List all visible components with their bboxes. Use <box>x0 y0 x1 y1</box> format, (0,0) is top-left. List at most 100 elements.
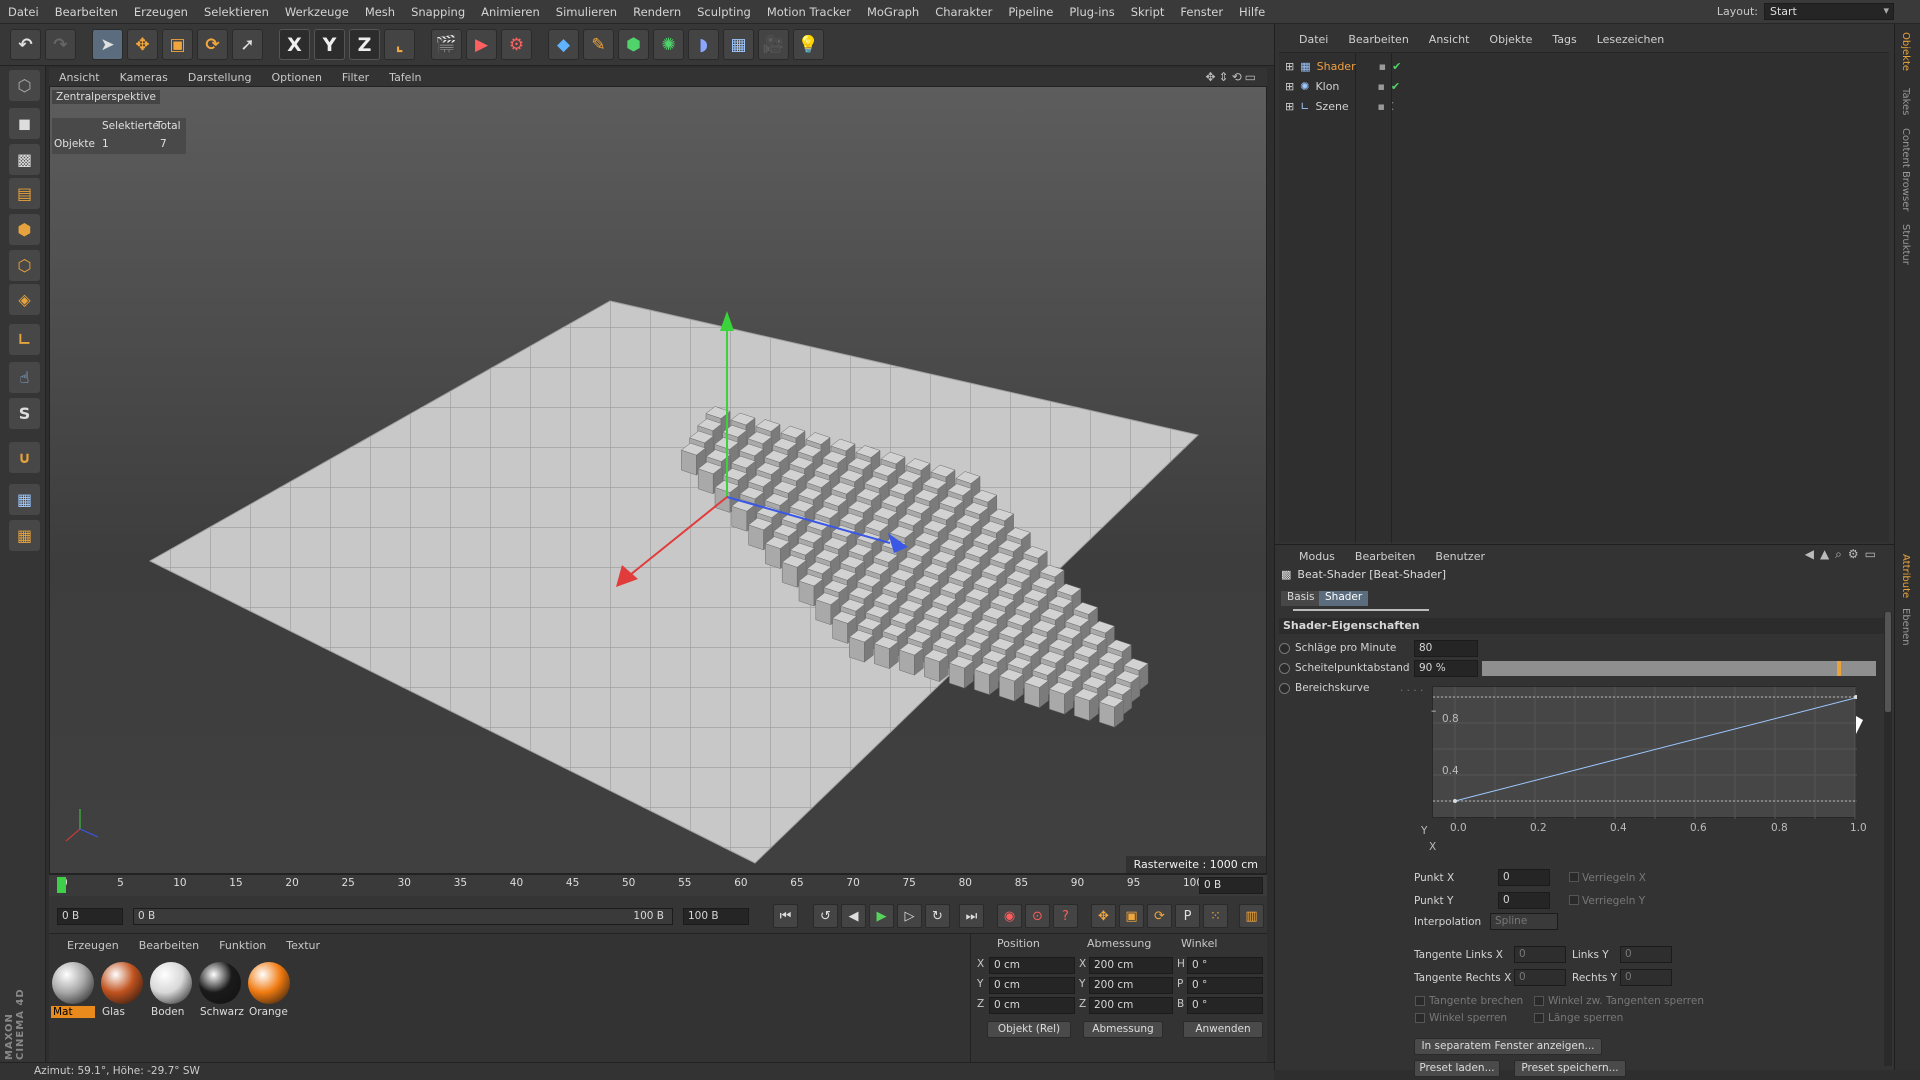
enabled-check-icon[interactable]: ✔ <box>1391 80 1400 93</box>
cube-primitive-icon[interactable]: ◆ <box>548 29 579 60</box>
menu-sculpting[interactable]: Sculpting <box>689 5 759 19</box>
tweak-mode-icon[interactable]: ☝ <box>9 362 40 393</box>
render-settings-icon[interactable]: ⚙ <box>501 29 532 60</box>
points-mode-icon[interactable]: ⬢ <box>9 214 40 245</box>
menu-bearbeiten[interactable]: Bearbeiten <box>47 5 126 19</box>
visibility-toggle-icon[interactable]: ▪ <box>1377 100 1384 113</box>
om-menu-objekte[interactable]: Objekte <box>1479 33 1542 46</box>
expand-icon[interactable]: ⊞ <box>1285 100 1294 113</box>
animate-radio[interactable] <box>1279 643 1290 654</box>
polygons-mode-icon[interactable]: ◈ <box>9 284 40 315</box>
rotate-icon[interactable]: ⟳ <box>197 29 228 60</box>
right-y-field[interactable]: 0 <box>1620 969 1672 986</box>
key-rotation-icon[interactable]: ⟳ <box>1147 904 1172 928</box>
expand-icon[interactable]: ⊞ <box>1285 80 1294 93</box>
playhead[interactable] <box>57 877 66 893</box>
size-z-field[interactable]: 200 cm <box>1089 997 1173 1014</box>
size-y-field[interactable]: 200 cm <box>1089 977 1173 994</box>
deformer-icon[interactable]: ◗ <box>688 29 719 60</box>
interpolation-dropdown[interactable]: Spline <box>1490 913 1558 930</box>
position-x-field[interactable]: 0 cm <box>989 957 1075 974</box>
range-curve-graph[interactable]: – 0.8 0.4 Y X <box>1421 686 1860 853</box>
menu-simulieren[interactable]: Simulieren <box>548 5 625 19</box>
workplane-grid-icon[interactable]: ▦ <box>9 520 40 551</box>
point-x-field[interactable]: 0 <box>1498 869 1550 886</box>
material-swatch[interactable]: Glas <box>100 962 144 1020</box>
preset-save-button[interactable]: Preset speichern... <box>1514 1060 1626 1077</box>
model-mode-icon[interactable]: ◼ <box>9 108 40 139</box>
menu-snapping[interactable]: Snapping <box>403 5 473 19</box>
mat-menu-bearbeiten[interactable]: Bearbeiten <box>129 939 209 952</box>
lock-angle-checkbox[interactable] <box>1415 1013 1425 1023</box>
tab-shader[interactable]: Shader <box>1319 591 1369 606</box>
material-swatch[interactable]: Mat <box>51 962 95 1020</box>
vp-menu-tafeln[interactable]: Tafeln <box>379 71 431 84</box>
mat-menu-funktion[interactable]: Funktion <box>209 939 276 952</box>
om-menu-ansicht[interactable]: Ansicht <box>1419 33 1480 46</box>
tab-ebenen[interactable]: Ebenen <box>1900 608 1911 646</box>
vp-menu-filter[interactable]: Filter <box>332 71 379 84</box>
object-tree[interactable]: ⊞ ▦ Shader ▪ ✔ ⊞ ✺ Klon ▪ ✔ ⊞ ∟ Szene ▪ … <box>1279 52 1889 543</box>
menu-plugins[interactable]: Plug-ins <box>1061 5 1122 19</box>
break-tangent-checkbox[interactable] <box>1415 996 1425 1006</box>
tab-takes[interactable]: Takes <box>1900 88 1911 115</box>
select-arrow-icon[interactable]: ➤ <box>92 29 123 60</box>
texture-mode-icon[interactable]: ▩ <box>9 144 40 175</box>
tab-objekte[interactable]: Objekte <box>1900 32 1911 71</box>
coord-mode-dropdown[interactable]: Objekt (Rel) <box>987 1021 1071 1038</box>
tab-attribute[interactable]: Attribute <box>1900 554 1911 598</box>
tab-basis[interactable]: Basis <box>1281 591 1321 606</box>
peak-distance-field[interactable]: 90 % <box>1414 660 1478 677</box>
menu-animieren[interactable]: Animieren <box>473 5 548 19</box>
end-frame-field[interactable]: 100 B <box>683 908 749 925</box>
om-menu-datei[interactable]: Datei <box>1289 33 1338 46</box>
object-row-szene[interactable]: ⊞ ∟ Szene ▪ ⁚ <box>1285 97 1394 115</box>
material-swatch[interactable]: Schwarz <box>198 962 244 1020</box>
menu-charakter[interactable]: Charakter <box>927 5 1000 19</box>
tangent-left-x-field[interactable]: 0 <box>1514 946 1566 963</box>
vp-menu-darstellung[interactable]: Darstellung <box>178 71 262 84</box>
key-parameter-icon[interactable]: P <box>1175 904 1200 928</box>
menu-mesh[interactable]: Mesh <box>357 5 403 19</box>
point-y-field[interactable]: 0 <box>1498 892 1550 909</box>
enabled-check-icon[interactable]: ✔ <box>1392 60 1401 73</box>
subdivision-icon[interactable]: ⬢ <box>618 29 649 60</box>
am-menu-bearbeiten[interactable]: Bearbeiten <box>1345 550 1425 563</box>
om-menu-tags[interactable]: Tags <box>1542 33 1586 46</box>
coordinate-system-icon[interactable]: ⌞ <box>384 29 415 60</box>
move-icon[interactable]: ✥ <box>127 29 158 60</box>
show-separate-window-button[interactable]: In separatem Fenster anzeigen... <box>1414 1038 1602 1055</box>
render-view-icon[interactable]: 🎬 <box>431 29 462 60</box>
tab-struktur[interactable]: Struktur <box>1900 224 1911 265</box>
material-swatch[interactable]: Boden <box>149 962 193 1020</box>
attribute-nav-icons[interactable]: ◀▲⌕⚙▭ <box>1805 547 1882 562</box>
timeline-ruler[interactable]: 0510152025303540455055606570758085909510… <box>49 874 1267 896</box>
viewport-nav-icons[interactable]: ✥⇕⟲▭ <box>1205 70 1259 84</box>
scale-icon[interactable]: ▣ <box>162 29 193 60</box>
visibility-toggle-icon[interactable]: ▪ <box>1377 80 1384 93</box>
layout-select[interactable]: Start <box>1764 3 1894 20</box>
position-z-field[interactable]: 0 cm <box>989 997 1075 1014</box>
bpm-field[interactable]: 80 <box>1414 640 1478 657</box>
angle-h-field[interactable]: 0 ° <box>1187 957 1263 974</box>
animate-radio[interactable] <box>1279 683 1290 694</box>
key-scale-icon[interactable]: ▣ <box>1119 904 1144 928</box>
layer-dots-icon[interactable]: ⁚ <box>1391 100 1395 113</box>
make-editable-icon[interactable]: ⬡ <box>9 70 40 101</box>
lock-y-checkbox[interactable] <box>1569 895 1579 905</box>
array-generator-icon[interactable]: ✺ <box>653 29 684 60</box>
axis-z-lock-button[interactable]: Z <box>349 29 380 60</box>
light-icon[interactable]: 💡 <box>793 29 824 60</box>
render-picture-viewer-icon[interactable]: ▶ <box>466 29 497 60</box>
play-icon[interactable]: ▶ <box>869 904 894 928</box>
last-tool-icon[interactable]: ➚ <box>232 29 263 60</box>
floor-scene-icon[interactable]: ▦ <box>723 29 754 60</box>
am-menu-benutzer[interactable]: Benutzer <box>1425 550 1495 563</box>
tab-content-browser[interactable]: Content Browser <box>1900 128 1911 211</box>
magnet-icon[interactable]: ∪ <box>9 442 40 473</box>
workplane-icon[interactable]: ▤ <box>9 178 40 209</box>
angle-p-field[interactable]: 0 ° <box>1187 977 1263 994</box>
lock-length-checkbox[interactable] <box>1534 1013 1544 1023</box>
om-menu-bearbeiten[interactable]: Bearbeiten <box>1338 33 1418 46</box>
vp-menu-optionen[interactable]: Optionen <box>261 71 331 84</box>
